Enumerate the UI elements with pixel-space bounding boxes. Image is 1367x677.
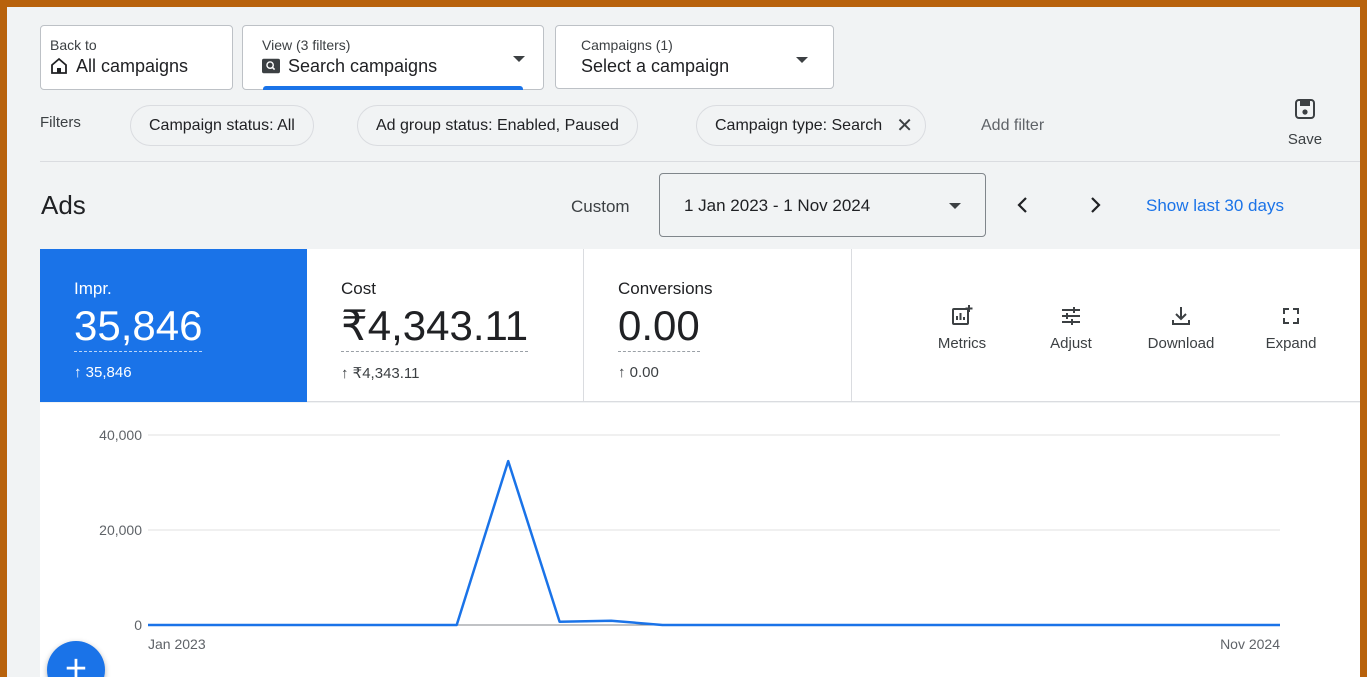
show-last-30-days-link[interactable]: Show last 30 days (1146, 196, 1284, 216)
impressions-series-line (148, 459, 1280, 627)
y-tick-label: 0 (134, 617, 142, 633)
metric-delta: ↑ ₹4,343.11 (341, 365, 420, 382)
add-filter-button[interactable]: Add filter (981, 117, 1044, 135)
save-icon (1294, 98, 1316, 125)
metric-value: 35,846 (74, 301, 203, 352)
view-active-indicator (263, 86, 523, 90)
download-label: Download (1147, 335, 1215, 352)
metrics-label: Metrics (937, 335, 987, 352)
expand-label: Expand (1265, 335, 1317, 352)
chevron-down-icon (513, 56, 525, 62)
close-icon[interactable]: ✕ (896, 113, 913, 138)
campaigns-count-label: Campaigns (1) (581, 37, 673, 53)
campaign-selector[interactable]: Campaigns (1) Select a campaign (555, 25, 834, 89)
save-label: Save (1287, 131, 1323, 148)
y-tick-label: 40,000 (99, 427, 142, 443)
chip-label: Ad group status: Enabled, Paused (376, 116, 619, 134)
chevron-down-icon (949, 203, 961, 209)
metric-delta: ↑ 35,846 (74, 364, 132, 381)
divider (40, 161, 1360, 162)
download-icon (1172, 307, 1190, 325)
download-button[interactable]: Download (1136, 305, 1226, 352)
chevron-left-icon (1017, 197, 1027, 213)
metric-delta: ↑ 0.00 (618, 364, 659, 381)
impressions-line-chart: 40,000 20,000 0 Jan 2023 Nov 2024 (99, 427, 1280, 652)
metric-value: ₹4,343.11 (341, 301, 529, 352)
tune-icon (1062, 307, 1080, 325)
adjust-label: Adjust (1050, 335, 1092, 352)
date-range-type-label: Custom (571, 197, 630, 216)
view-selector[interactable]: View (3 filters) Search campaigns (242, 25, 544, 90)
metric-name: Impr. (74, 279, 112, 298)
filter-chip-campaign-status[interactable]: Campaign status: All (130, 105, 314, 146)
page-title: Ads (41, 190, 86, 220)
metric-card-conversions[interactable]: Conversions 0.00 ↑ 0.00 (584, 249, 852, 402)
filter-chip-campaign-type[interactable]: Campaign type: Search ✕ (696, 105, 926, 146)
expand-button[interactable]: Expand (1256, 305, 1326, 352)
add-chart-icon (952, 305, 973, 325)
home-icon (50, 57, 68, 75)
select-campaign-label: Select a campaign (581, 56, 730, 76)
filters-label: Filters (40, 114, 81, 131)
back-to-all-campaigns-button[interactable]: Back to All campaigns (40, 25, 233, 90)
chevron-down-icon (796, 57, 808, 63)
all-campaigns-label: All campaigns (76, 56, 189, 76)
metric-value: 0.00 (618, 301, 700, 352)
chip-label: Campaign type: Search (715, 116, 883, 134)
chart-area: 40,000 20,000 0 Jan 2023 Nov 2024 (40, 403, 1360, 677)
save-button[interactable]: Save (1283, 98, 1327, 148)
next-period-button[interactable] (1083, 193, 1107, 217)
search-campaigns-label: Search campaigns (288, 56, 438, 76)
fullscreen-icon (1283, 308, 1299, 324)
filter-chip-ad-group-status[interactable]: Ad group status: Enabled, Paused (357, 105, 638, 146)
search-icon (262, 57, 280, 75)
chip-label: Campaign status: All (149, 116, 295, 134)
chevron-right-icon (1091, 197, 1101, 213)
x-tick-label: Jan 2023 (148, 636, 206, 652)
metric-card-cost[interactable]: Cost ₹4,343.11 ↑ ₹4,343.11 (307, 249, 584, 402)
metric-name: Cost (341, 279, 376, 298)
date-range-value: 1 Jan 2023 - 1 Nov 2024 (684, 196, 871, 215)
previous-period-button[interactable] (1011, 193, 1035, 217)
adjust-button[interactable]: Adjust (1036, 305, 1106, 352)
metrics-row: Impr. 35,846 ↑ 35,846 Cost ₹4,343.11 ↑ ₹… (40, 249, 1360, 402)
metric-card-impressions[interactable]: Impr. 35,846 ↑ 35,846 (40, 249, 307, 402)
view-label: View (3 filters) (262, 37, 351, 53)
back-to-label: Back to (50, 37, 97, 53)
date-range-picker[interactable]: 1 Jan 2023 - 1 Nov 2024 (659, 173, 986, 237)
metric-name: Conversions (618, 279, 713, 298)
y-tick-label: 20,000 (99, 522, 142, 538)
app-frame: Back to All campaigns View (3 filters) S… (7, 7, 1360, 677)
x-tick-label: Nov 2024 (1220, 636, 1280, 652)
metrics-button[interactable]: Metrics (927, 305, 997, 352)
